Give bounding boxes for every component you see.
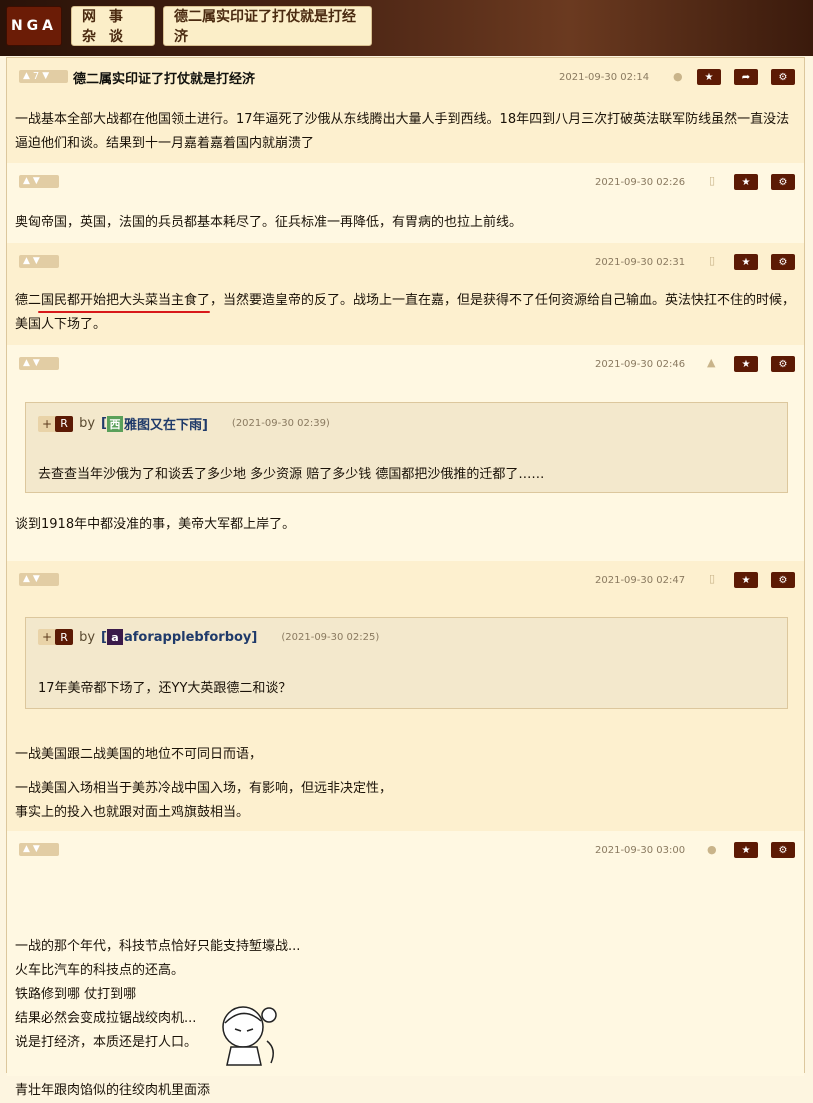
post-title: 德二属实印证了打仗就是打经济 <box>73 72 256 87</box>
post-line: 美国人下场了。 <box>15 317 107 332</box>
breadcrumb-thread[interactable]: 德二属实印证了打仗就是打经济 <box>163 6 372 46</box>
post: ▲ ▼ 2021-09-30 02:31 ▯ ★ ⚙ 德二国民都开始把大头菜当主… <box>7 243 804 345</box>
post: ▲ ▼ 2021-09-30 02:47 ▯ ★ ⚙ + R by [ a af… <box>7 561 804 831</box>
like-controls[interactable]: ▲ ▼ <box>19 255 59 268</box>
quote-date: (2021-09-30 02:39) <box>231 418 330 429</box>
quote-by-label: by <box>79 416 96 431</box>
favorite-star-icon[interactable]: ★ <box>734 174 758 190</box>
post-line: 逼迫他们和谈。结果到十一月嘉着嘉着国内就崩溃了 <box>15 136 315 151</box>
apple-icon: ● <box>673 70 683 83</box>
thumbs-down-icon[interactable]: ▼ <box>33 845 40 854</box>
favorite-star-icon[interactable]: ★ <box>697 69 721 85</box>
thumbs-down-icon[interactable]: ▼ <box>33 177 40 186</box>
quote-username[interactable]: [ a aforapplebforboy] <box>101 629 257 645</box>
post: ▲ 7 ▼ 德二属实印证了打仗就是打经济 2021-09-30 02:14 ● … <box>7 58 804 163</box>
post-content: 谈到1918年中都没准的事，美帝大军都上岸了。 <box>15 513 295 537</box>
quote-date: (2021-09-30 02:25) <box>281 631 380 643</box>
quote-text: 去查查当年沙俄为了和谈丢了多少地 多少资源 赔了多少钱 德国都把沙俄推的迁都了…… <box>38 467 545 482</box>
post-line: 一战的那个年代，科技节点恰好只能支持堑壕战... <box>15 939 301 954</box>
quote-plus-r-button[interactable]: + R <box>38 415 74 432</box>
like-controls[interactable]: ▲ 7 ▼ <box>19 70 68 83</box>
post-date: 2021-09-30 02:47 <box>595 575 686 586</box>
favorite-star-icon[interactable]: ★ <box>734 572 758 588</box>
post-line: 一战美国跟二战美国的地位不可同日而语， <box>15 747 263 762</box>
chibi-sticker-icon <box>222 1006 277 1066</box>
gear-icon[interactable]: ⚙ <box>771 69 795 85</box>
thumbs-up-icon[interactable]: ▲ <box>23 177 30 186</box>
thumbs-down-icon[interactable]: ▼ <box>33 359 40 368</box>
phone-icon: ▯ <box>709 254 716 267</box>
thread-container: ▲ 7 ▼ 德二属实印证了打仗就是打经济 2021-09-30 02:14 ● … <box>6 57 805 1098</box>
favorite-star-icon[interactable]: ★ <box>734 254 758 270</box>
post: ▲ ▼ 2021-09-30 02:46 ▲ ★ ⚙ + R by [ 西 雅图… <box>7 345 804 561</box>
post-line: 一战美国入场相当于美苏冷战中国入场，有影响，但远非决定性， <box>15 781 393 796</box>
quote-by-label: by <box>79 629 96 645</box>
quote-block: + R by [ 西 雅图又在下雨] (2021-09-30 02:39) 去查… <box>25 402 788 493</box>
post: ▲ ▼ 2021-09-30 03:00 ● ★ ⚙ 一战的那个年代，科技节点恰… <box>7 831 804 1098</box>
like-controls[interactable]: ▲ ▼ <box>19 175 59 188</box>
post-content: 奥匈帝国，英国，法国的兵员都基本耗尽了。征兵标准一再降低，有胃病的也拉上前线。 <box>15 211 522 235</box>
post-line: 谈到1918年中都没准的事，美帝大军都上岸了。 <box>15 517 296 532</box>
gear-icon[interactable]: ⚙ <box>771 356 795 372</box>
post-line: 火车比汽车的科技点的还高。 <box>15 963 185 978</box>
quote-block: + R by [ a aforapplebforboy] (2021-09-30… <box>25 617 788 709</box>
thumbs-up-icon[interactable]: ▲ <box>23 257 30 266</box>
android-icon: ▲ <box>707 356 716 369</box>
favorite-star-icon[interactable]: ★ <box>734 356 758 372</box>
thumbs-down-icon[interactable]: ▼ <box>33 575 40 584</box>
post-date: 2021-09-30 02:14 <box>559 72 650 83</box>
thumbs-down-icon[interactable]: ▼ <box>33 257 40 266</box>
thumbs-up-icon[interactable]: ▲ <box>23 359 30 368</box>
like-controls[interactable]: ▲ ▼ <box>19 573 59 586</box>
post-date: 2021-09-30 03:00 <box>595 845 686 856</box>
quote-plus-r-button[interactable]: + R <box>38 629 74 645</box>
gear-icon[interactable]: ⚙ <box>771 174 795 190</box>
gear-icon[interactable]: ⚙ <box>771 572 795 588</box>
phone-icon: ▯ <box>709 174 716 187</box>
post-date: 2021-09-30 02:26 <box>595 177 686 188</box>
breadcrumb-forum[interactable]: 网 事 杂 谈 <box>71 6 155 46</box>
thumbs-up-icon[interactable]: ▲ <box>23 72 30 81</box>
phone-icon: ▯ <box>709 572 716 585</box>
post: ▲ ▼ 2021-09-30 02:26 ▯ ★ ⚙ 奥匈帝国，英国，法国的兵员… <box>7 163 804 243</box>
post-line: 德二国民都开始把大头菜当主食了，当然要造皇帝的反了。战场上一直在嘉，但是获得不了… <box>15 293 796 308</box>
avatar: 西 <box>106 415 123 432</box>
nga-logo-button[interactable]: NGA <box>6 6 62 46</box>
favorite-star-icon[interactable]: ★ <box>734 842 758 858</box>
post-content: 一战基本全部大战都在他国领土进行。17年逼死了沙俄从东线腾出大量人手到西线。18… <box>15 108 789 156</box>
thumbs-up-icon[interactable]: ▲ <box>23 845 30 854</box>
gear-icon[interactable]: ⚙ <box>771 842 795 858</box>
post-line: 奥匈帝国，英国，法国的兵员都基本耗尽了。征兵标准一再降低，有胃病的也拉上前线。 <box>15 215 523 230</box>
post-date: 2021-09-30 02:46 <box>595 359 686 370</box>
post-content: 一战美国跟二战美国的地位不可同日而语， 一战美国入场相当于美苏冷战中国入场，有影… <box>15 743 392 825</box>
post-line: 一战基本全部大战都在他国领土进行。17年逼死了沙俄从东线腾出大量人手到西线。18… <box>15 112 790 127</box>
apple-icon: ● <box>707 843 717 856</box>
post-content: 德二国民都开始把大头菜当主食了，当然要造皇帝的反了。战场上一直在嘉，但是获得不了… <box>15 289 795 337</box>
red-underline-annotation <box>38 311 210 313</box>
share-icon[interactable]: ➦ <box>734 69 758 85</box>
post-line: 青壮年跟肉馅似的往绞肉机里面添 <box>15 1083 211 1098</box>
avatar: a <box>106 629 123 645</box>
post-line: 事实上的投入也就跟对面土鸡旗鼓相当。 <box>15 805 250 820</box>
quote-text: 17年美帝都下场了，还YY大英跟德二和谈？ <box>38 681 292 696</box>
gear-icon[interactable]: ⚙ <box>771 254 795 270</box>
thumbs-down-icon[interactable]: ▼ <box>42 72 49 81</box>
like-controls[interactable]: ▲ ▼ <box>19 843 59 856</box>
like-controls[interactable]: ▲ ▼ <box>19 357 59 370</box>
like-count: 7 <box>32 71 40 82</box>
quote-username[interactable]: [ 西 雅图又在下雨] <box>101 414 208 433</box>
thumbs-up-icon[interactable]: ▲ <box>23 575 30 584</box>
post-date: 2021-09-30 02:31 <box>595 257 686 268</box>
